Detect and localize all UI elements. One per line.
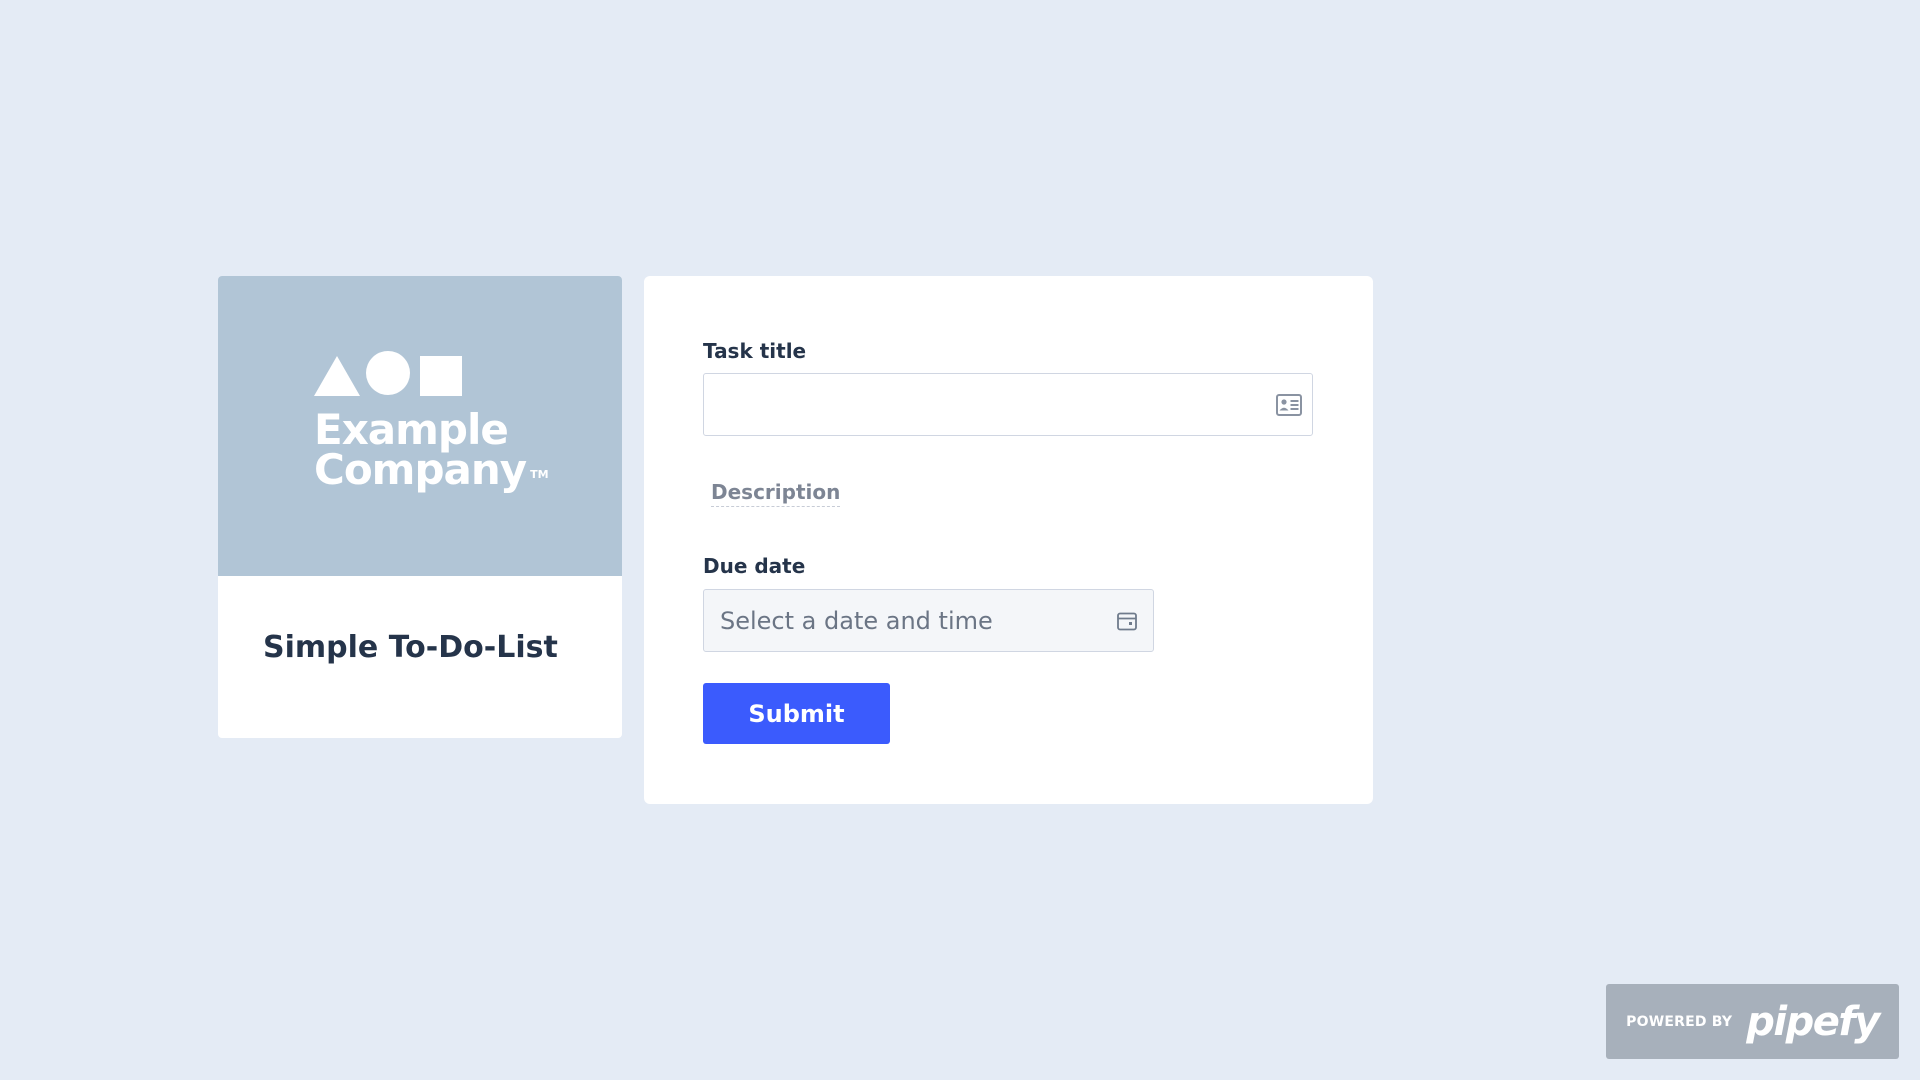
logo-wordmark: Example Company TM (314, 405, 554, 495)
calendar-icon[interactable] (1117, 611, 1137, 630)
task-title-label: Task title (703, 339, 807, 363)
submit-button[interactable]: Submit (703, 683, 890, 744)
logo-line-1: Example (314, 405, 509, 454)
description-label[interactable]: Description (711, 480, 841, 507)
due-date-label: Due date (703, 554, 806, 578)
company-logo: Example Company TM (314, 348, 554, 508)
logo-trademark: TM (530, 468, 549, 481)
circle-icon (366, 351, 410, 395)
logo-shapes (314, 348, 554, 396)
due-date-input[interactable] (704, 590, 1109, 651)
powered-by-badge[interactable]: POWERED BY pipefy (1606, 984, 1899, 1059)
page: Example Company TM Simple To-Do-List Task… (0, 0, 1920, 1080)
form-card: Task title Description Due date Submit (644, 276, 1373, 804)
id-card-icon (1276, 393, 1302, 416)
company-card: Example Company TM Simple To-Do-List (218, 276, 622, 738)
pipe-title: Simple To-Do-List (263, 630, 558, 665)
logo-line-2: Company (314, 445, 527, 494)
pipefy-logo: pipefy (1746, 998, 1880, 1045)
due-date-field[interactable] (703, 589, 1154, 652)
square-icon (420, 356, 462, 396)
powered-by-label: POWERED BY (1626, 1013, 1733, 1030)
task-title-input[interactable] (704, 374, 1252, 435)
triangle-icon (314, 356, 360, 396)
company-banner: Example Company TM (218, 276, 622, 576)
task-title-field[interactable] (703, 373, 1313, 436)
